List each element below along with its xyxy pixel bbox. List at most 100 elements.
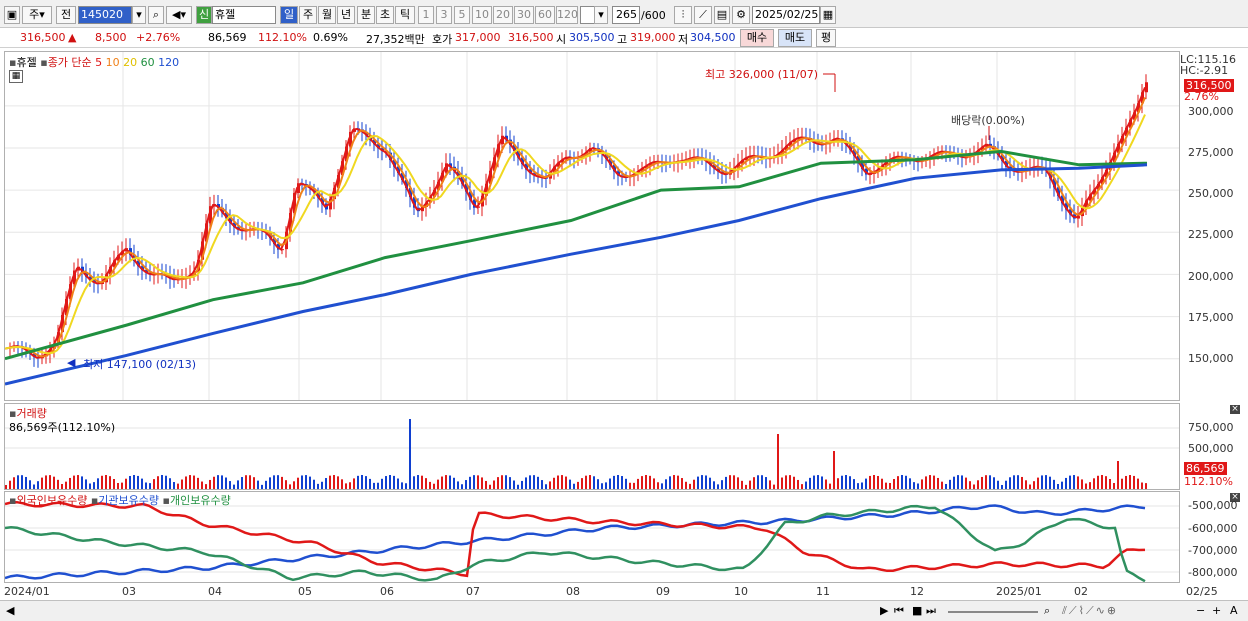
prev-button[interactable]: 전 (56, 6, 76, 24)
buy-button[interactable]: 매수 (740, 29, 774, 47)
calendar-icon[interactable]: ▦ (820, 6, 836, 24)
minus-icon[interactable]: − (1196, 604, 1205, 617)
volume-bar (921, 479, 923, 489)
interval-60[interactable]: 60 (535, 6, 555, 24)
table-icon[interactable]: ▦ (9, 70, 23, 83)
save-icon[interactable]: ▤ (714, 6, 730, 24)
interval-30[interactable]: 30 (514, 6, 534, 24)
interval-1[interactable]: 1 (418, 6, 434, 24)
tf-day-tab[interactable]: 일 (280, 6, 298, 24)
price-pane[interactable]: ▪휴젤 ▪종가 단순 5 10 20 60 120 ▦ 최고 326,000 (… (4, 51, 1180, 401)
volume-bar (13, 477, 15, 489)
volume-bar (433, 483, 435, 489)
volume-bar (377, 482, 379, 489)
eval-button[interactable]: 평 (816, 29, 836, 47)
zoom-slider[interactable] (948, 611, 1038, 613)
volume-bar (1121, 478, 1123, 489)
forward-icon[interactable]: ⏭ (926, 604, 936, 618)
tf-month-tab[interactable]: 월 (318, 6, 336, 24)
volume-bar (25, 476, 27, 489)
magnify-icon[interactable]: ⌕ (1044, 604, 1050, 618)
volume-bar (885, 482, 887, 489)
volume-bar (285, 480, 287, 489)
ma-line (5, 149, 1148, 361)
interval-dropdown-icon[interactable]: ▾ (594, 6, 608, 24)
bottom-scrollbar[interactable]: ◀ ▶ ⏮ ■ ⏭ ⌕ ⫽⟋⌇⟋∿⊕ − + A (0, 600, 1248, 621)
quote-info-bar: 316,500 ▲ 8,500 +2.76% 86,569 112.10% 0.… (0, 28, 1248, 48)
stock-legend-label: 휴젤 (16, 56, 37, 69)
interval-3[interactable]: 3 (436, 6, 452, 24)
draw-tool-icon[interactable]: ⟋ (694, 6, 712, 24)
plus-icon[interactable]: + (1212, 604, 1221, 617)
volume-bar (841, 475, 843, 489)
speaker-icon[interactable]: ◀▾ (166, 6, 192, 24)
candle-style-icon[interactable]: ⫶ (674, 6, 692, 24)
volume-pane[interactable]: ▪거래량 86,569주(112.10%) (4, 403, 1180, 490)
tf-min-tab[interactable]: 분 (357, 6, 375, 24)
code-input[interactable]: 145020 (78, 6, 132, 24)
hc-label: HC:-2.91 (1180, 64, 1229, 77)
volume-bar (873, 475, 875, 489)
volume-bar (345, 483, 347, 489)
volume-bar (673, 475, 675, 489)
scroll-left-icon[interactable]: ◀ (6, 604, 14, 617)
tf-sec-tab[interactable]: 초 (376, 6, 394, 24)
volume-bar (57, 479, 59, 489)
interval-120[interactable]: 120 (556, 6, 578, 24)
volume-bar (625, 478, 627, 489)
volume-bar (945, 483, 947, 489)
vol-ytick-750000: 750,000 (1188, 421, 1234, 434)
up-arrow-icon: ▲ (68, 31, 77, 44)
interval-20[interactable]: 20 (493, 6, 513, 24)
volume-bar (365, 476, 367, 489)
bar-count-input[interactable]: 265 (612, 6, 640, 24)
stop-icon[interactable]: ■ (912, 604, 922, 617)
volume-bar (925, 476, 927, 489)
volume-bar (229, 481, 231, 489)
volume-bar (1061, 481, 1063, 489)
vol-ytick-500000: 500,000 (1188, 442, 1234, 455)
search-icon[interactable]: ⌕ (148, 6, 164, 24)
volume-bar (1097, 475, 1099, 489)
scroll-right-icon[interactable]: ▶ (880, 604, 888, 617)
tf-tick-tab[interactable]: 틱 (395, 6, 415, 24)
volume-bar (1117, 461, 1119, 489)
volume-bar (1029, 484, 1031, 489)
volume-bar (1109, 479, 1111, 489)
code-dropdown-icon[interactable]: ▾ (132, 6, 146, 24)
x-tick-label: 05 (298, 585, 312, 598)
volume-bar (529, 475, 531, 489)
volume-bar (685, 481, 687, 489)
ytick-200000: 200,000 (1188, 270, 1234, 283)
volume-bar (637, 478, 639, 489)
interval-5[interactable]: 5 (454, 6, 470, 24)
volume-bar (301, 475, 303, 489)
sell-button[interactable]: 매도 (778, 29, 812, 47)
stock-name-field[interactable]: 휴젤 (212, 6, 276, 24)
x-tick-label: 07 (466, 585, 480, 598)
period-select[interactable]: 주▾ (22, 6, 52, 24)
tf-week-tab[interactable]: 주 (299, 6, 317, 24)
volume-bar (849, 476, 851, 489)
volume-bar (113, 479, 115, 489)
holding-pane[interactable]: ▪외국인보유수량 ▪기관보유수량 ▪개인보유수량 (4, 491, 1180, 583)
window-icon[interactable]: ▣ (4, 6, 20, 24)
interval-10[interactable]: 10 (472, 6, 492, 24)
x-tick-label: 03 (122, 585, 136, 598)
volume-bar (777, 434, 779, 489)
drawing-tools-icon[interactable]: ⫽⟋⌇⟋∿⊕ (1062, 604, 1118, 618)
volume-bar (1009, 477, 1011, 489)
font-size-icon[interactable]: A (1230, 604, 1238, 617)
volume-bar (309, 476, 311, 489)
close-icon[interactable]: × (1230, 405, 1240, 414)
volume-bar (741, 480, 743, 489)
volume-bar (5, 485, 7, 489)
date-input[interactable]: 2025/02/25 (752, 6, 820, 24)
open-price: 305,500 (569, 31, 615, 44)
rewind-icon[interactable]: ⏮ (894, 604, 904, 618)
volume-bar (425, 478, 427, 489)
volume-bar (881, 478, 883, 489)
volume-bar (1053, 479, 1055, 489)
gear-icon[interactable]: ⚙ (732, 6, 750, 24)
tf-year-tab[interactable]: 년 (337, 6, 355, 24)
